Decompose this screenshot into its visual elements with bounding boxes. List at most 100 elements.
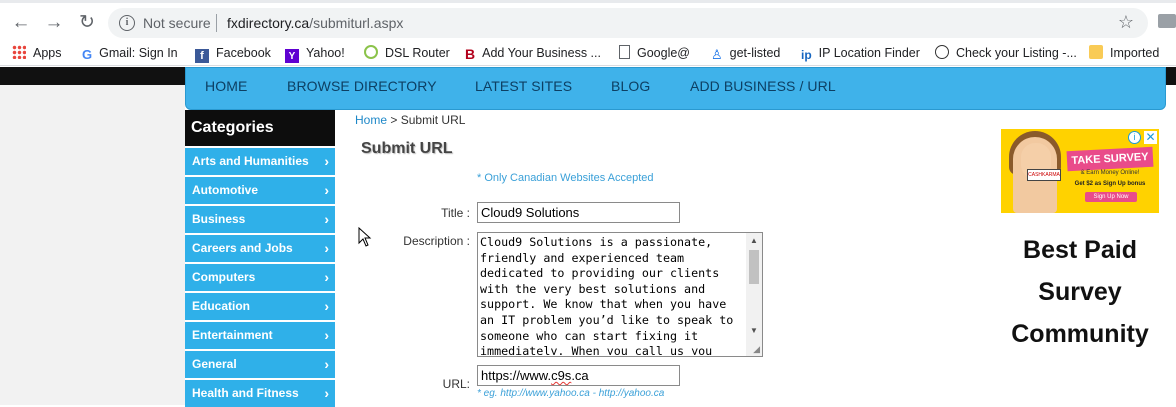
bookmark-check-listing[interactable]: Check your Listing -... (935, 44, 1077, 62)
nav-latest-sites[interactable]: LATEST SITES (475, 78, 572, 94)
bookmark-label: DSL Router (385, 46, 450, 60)
category-general[interactable]: General › (185, 351, 335, 378)
ad-close-icon[interactable]: ✕ (1144, 131, 1157, 144)
survey-advertisement[interactable]: CASHKARMA TAKE SURVEY & Earn Money Onlin… (1001, 129, 1159, 405)
chevron-right-icon: › (324, 269, 329, 285)
ad-info-icon[interactable]: i (1128, 131, 1141, 144)
bookmark-get-listed[interactable]: ♙ get-listed (711, 44, 780, 62)
security-status[interactable]: Not secure (143, 15, 211, 31)
ad-signup-button[interactable]: Sign Up Now (1085, 192, 1137, 202)
ip-icon: ip (801, 48, 812, 62)
bookmark-imported[interactable]: Imported (1089, 44, 1159, 62)
scrollbar-thumb[interactable] (749, 250, 759, 284)
breadcrumb-separator: > (390, 113, 398, 127)
bookmark-label: Facebook (216, 46, 271, 60)
circle-icon (935, 45, 949, 59)
browser-toolbar: ← → ↻ i Not secure fxdirectory.ca/submit… (0, 0, 1176, 40)
router-icon (364, 45, 378, 59)
bookmark-label: Gmail: Sign In (99, 46, 178, 60)
google-icon: G (82, 47, 93, 62)
category-health-fitness[interactable]: Health and Fitness › (185, 380, 335, 407)
category-label: Automotive (192, 183, 258, 197)
category-automotive[interactable]: Automotive › (185, 177, 335, 204)
folder-icon (1089, 45, 1103, 59)
breadcrumb-current: Submit URL (400, 113, 466, 127)
url-value-suffix: .ca (571, 368, 589, 383)
person-icon: ♙ (711, 47, 723, 62)
categories-sidebar: Categories Arts and Humanities › Automoti… (185, 110, 335, 407)
url-host: fxdirectory.ca (227, 15, 310, 31)
chevron-right-icon: › (324, 153, 329, 169)
bookmark-label: Yahoo! (306, 46, 345, 60)
ad-phone-image: CASHKARMA (1027, 169, 1061, 181)
ad-earn-money: & Earn Money Online! (1080, 170, 1140, 176)
categories-heading: Categories (185, 110, 335, 146)
page-background (0, 85, 185, 405)
nav-home[interactable]: HOME (205, 78, 247, 94)
category-education[interactable]: Education › (185, 293, 335, 320)
breadcrumb-home-link[interactable]: Home (355, 113, 387, 127)
bookmark-google-at[interactable]: Google@ (619, 44, 690, 62)
category-label: General (192, 357, 237, 371)
category-arts-humanities[interactable]: Arts and Humanities › (185, 148, 335, 175)
category-entertainment[interactable]: Entertainment › (185, 322, 335, 349)
bookmark-add-business[interactable]: B Add Your Business ... (465, 44, 601, 62)
nav-add-business[interactable]: ADD BUSINESS / URL (690, 78, 836, 94)
resize-grip-icon[interactable]: ◢ (753, 344, 760, 355)
bookmark-apps[interactable]: Apps (12, 44, 62, 62)
yahoo-icon: Y (285, 49, 299, 63)
chevron-right-icon: › (324, 182, 329, 198)
chevron-right-icon: › (324, 385, 329, 401)
page-icon (619, 45, 630, 59)
bookmarks-bar: Apps G Gmail: Sign In f Facebook Y Yahoo! D… (0, 40, 1176, 66)
mouse-cursor-icon (358, 227, 372, 247)
chevron-right-icon: › (324, 240, 329, 256)
title-input[interactable]: Cloud9 Solutions (477, 202, 680, 223)
submit-url-form: Home > Submit URL Submit URL * Only Cana… (345, 110, 985, 405)
chevron-right-icon: › (324, 327, 329, 343)
ad-bonus: Get $2 as Sign Up bonus (1074, 181, 1146, 187)
bookmark-dsl-router[interactable]: DSL Router (364, 44, 450, 62)
chevron-right-icon: › (324, 356, 329, 372)
bookmark-gmail[interactable]: G Gmail: Sign In (82, 44, 178, 62)
forward-arrow-icon[interactable]: → (43, 12, 65, 34)
nav-blog[interactable]: BLOG (611, 78, 650, 94)
category-business[interactable]: Business › (185, 206, 335, 233)
bookmark-ip-location[interactable]: ip IP Location Finder (801, 44, 920, 62)
url-path: /submiturl.aspx (309, 15, 404, 31)
bookmark-label: Google@ (637, 46, 690, 60)
category-label: Computers (192, 270, 256, 284)
category-computers[interactable]: Computers › (185, 264, 335, 291)
description-textarea[interactable]: Cloud9 Solutions is a passionate, friend… (477, 232, 763, 357)
description-text: Cloud9 Solutions is a passionate, friend… (480, 235, 741, 355)
url-input[interactable]: https://www.c9s.ca (477, 365, 680, 386)
reload-icon[interactable]: ↻ (76, 12, 98, 34)
description-scrollbar[interactable]: ▲ ▼ (746, 233, 762, 356)
category-label: Education (192, 299, 251, 313)
camera-icon[interactable] (1158, 14, 1176, 28)
bookmark-star-icon[interactable]: ☆ (1118, 12, 1134, 33)
back-arrow-icon[interactable]: ← (10, 12, 32, 34)
bookmark-yahoo[interactable]: Y Yahoo! (285, 44, 345, 63)
facebook-icon: f (195, 49, 209, 63)
scroll-down-arrow-icon[interactable]: ▼ (750, 326, 758, 335)
canadian-only-note: * Only Canadian Websites Accepted (477, 172, 654, 184)
category-careers-jobs[interactable]: Careers and Jobs › (185, 235, 335, 262)
bookmark-label: get-listed (729, 46, 781, 60)
ad-headline[interactable]: Best Paid Survey Community (1001, 229, 1159, 355)
bookmark-label: Add Your Business ... (482, 46, 601, 60)
url-value-prefix: https://www. (481, 368, 552, 383)
url-label: URL: (442, 377, 470, 391)
url-text[interactable]: fxdirectory.ca/submiturl.aspx (227, 15, 403, 31)
category-label: Business (192, 212, 246, 226)
bookmark-label: Imported (1110, 46, 1160, 60)
bookmark-facebook[interactable]: f Facebook (195, 44, 271, 63)
scroll-up-arrow-icon[interactable]: ▲ (750, 236, 758, 245)
address-bar[interactable]: i Not secure fxdirectory.ca/submiturl.as… (108, 8, 1148, 38)
info-icon[interactable]: i (119, 15, 135, 31)
bold-b-icon: B (465, 46, 476, 62)
url-example-hint: * eg. http://www.yahoo.ca - http://yahoo… (477, 388, 665, 399)
divider (216, 14, 217, 32)
category-label: Health and Fitness (192, 386, 299, 400)
nav-browse-directory[interactable]: BROWSE DIRECTORY (287, 78, 437, 94)
